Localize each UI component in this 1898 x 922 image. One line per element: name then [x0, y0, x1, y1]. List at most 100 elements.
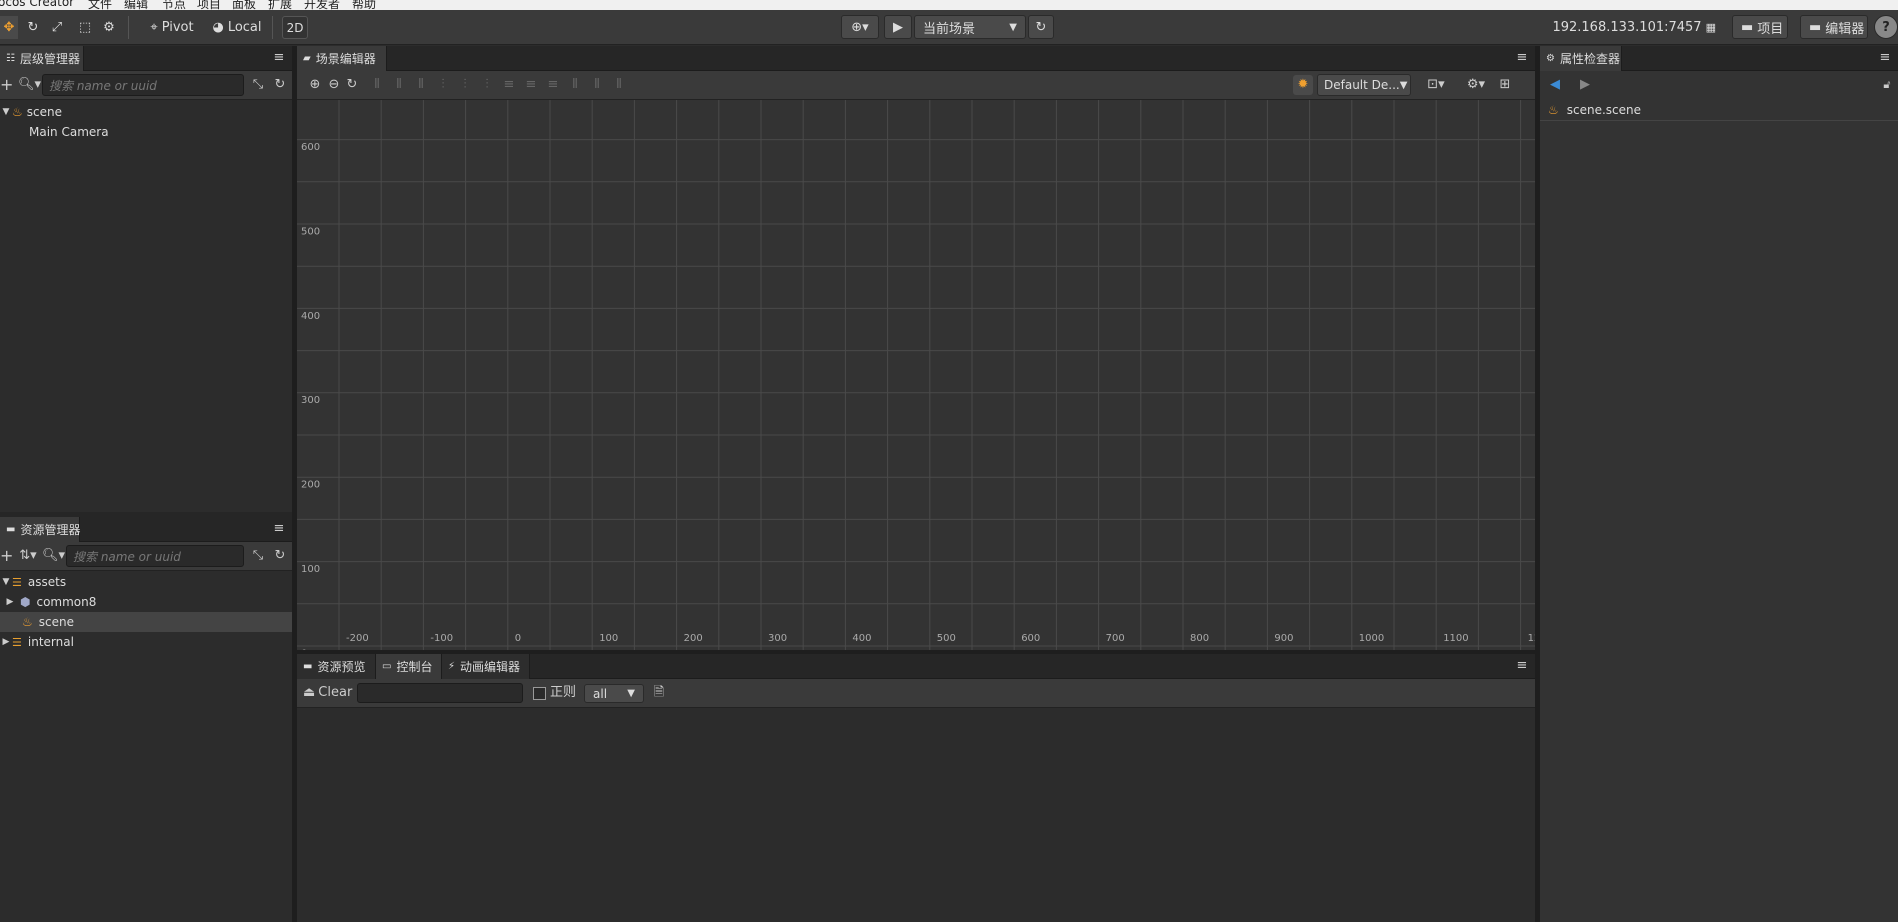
x-tick-label: -100	[430, 633, 453, 644]
panel-menu-icon[interactable]: ≡	[1515, 51, 1529, 65]
refresh-icon[interactable]: ↻	[272, 77, 288, 93]
pivot-button[interactable]: ⌖ Pivot	[146, 16, 198, 39]
tab-inspector[interactable]: ⚙ 属性检查器	[1540, 46, 1622, 71]
mode-2d-button[interactable]: 2D	[282, 16, 308, 39]
caret-down-icon: ▼	[1009, 21, 1017, 33]
distribute-bottom-icon[interactable]: ≡	[545, 77, 561, 93]
distribute-top-icon[interactable]: ≡	[501, 77, 517, 93]
align-bottom-icon[interactable]: ⫶	[479, 77, 495, 93]
menu-node[interactable]: 节点	[162, 0, 186, 10]
inspector-panel: ⚙ 属性检查器 ≡ ◀ ▶ 🔓︎ ♨ scene.scene	[1540, 46, 1898, 922]
align-right-icon[interactable]: ⫴	[413, 77, 429, 93]
hierarchy-tab-label: 层级管理器	[19, 52, 80, 66]
panel-menu-icon[interactable]: ≡	[1878, 51, 1892, 65]
camera-icon[interactable]: ⊡▾	[1423, 77, 1449, 93]
platform-select[interactable]: ⊕▾	[841, 15, 879, 39]
tree-item-common8[interactable]: ▶ ⬢ common8	[0, 592, 292, 612]
scene-viewport[interactable]: 600 500 400 300 200 1000 -200 -100 0 100 200 300 40…	[297, 100, 1535, 650]
open-project-button[interactable]: ▬ 项目	[1732, 15, 1788, 39]
distribute-center-icon[interactable]: ⦀	[589, 77, 605, 93]
gear-icon[interactable]: ⚙▾	[1463, 77, 1489, 93]
x-tick-label: 0	[515, 633, 521, 644]
clear-button[interactable]: ⏏ Clear	[303, 685, 352, 701]
tree-item-scene[interactable]: ▼ ♨ scene	[0, 102, 292, 122]
local-button[interactable]: ◕ Local	[212, 16, 262, 39]
tree-item-assets[interactable]: ▼ ☰ assets	[0, 572, 292, 592]
play-button[interactable]: ▶	[884, 15, 912, 39]
menu-extension[interactable]: 扩展	[268, 0, 292, 10]
tab-console[interactable]: ▭ 控制台	[376, 654, 442, 679]
collapse-icon[interactable]: ⤡	[250, 548, 266, 564]
snapshot-icon[interactable]: ⊞	[1497, 77, 1513, 93]
console-filter-input[interactable]	[357, 683, 523, 703]
menu-file[interactable]: 文件	[88, 0, 112, 10]
panel-menu-icon[interactable]: ≡	[1515, 659, 1529, 673]
panel-menu-icon[interactable]: ≡	[272, 522, 286, 536]
distribute-middle-icon[interactable]: ≡	[523, 77, 539, 93]
scene-select[interactable]: 当前场景 ▼	[914, 15, 1026, 39]
distribute-left-icon[interactable]: ⦀	[567, 77, 583, 93]
log-file-icon[interactable]: 🗎︎	[652, 685, 666, 701]
search-type-icon[interactable]: 🔍︎▾	[42, 548, 65, 564]
tree-item-main-camera[interactable]: Main Camera	[0, 122, 292, 142]
forward-arrow-icon[interactable]: ▶	[1578, 77, 1592, 93]
menu-help[interactable]: 帮助	[352, 0, 376, 10]
tree-item-scene-asset[interactable]: ♨ scene	[0, 612, 292, 632]
tab-animation-editor[interactable]: ⚡ 动画编辑器	[442, 654, 530, 679]
sort-icon[interactable]: ⇅▾	[18, 548, 38, 564]
menu-edit[interactable]: 编辑	[124, 0, 148, 10]
menu-project[interactable]: 项目	[197, 0, 221, 10]
panel-menu-icon[interactable]: ≡	[272, 51, 286, 65]
log-level-select[interactable]: all ▼	[584, 684, 644, 703]
menu-app-name[interactable]: ocos Creator	[0, 0, 74, 9]
regex-checkbox[interactable]: 正则	[533, 685, 579, 701]
reset-view-icon[interactable]: ↻	[344, 77, 360, 93]
tab-scene-editor[interactable]: ▰ 场景编辑器	[297, 46, 387, 71]
hierarchy-search-input[interactable]: 搜索 name or uuid	[42, 74, 244, 96]
pivot-label: Pivot	[161, 20, 194, 35]
tab-asset-preview[interactable]: ▬ 资源预览	[297, 654, 376, 679]
refresh-button[interactable]: ↻	[1028, 15, 1054, 39]
y-tick-label: 300	[301, 395, 320, 406]
align-left-icon[interactable]: ⫴	[369, 77, 385, 93]
help-button[interactable]: ?	[1874, 15, 1898, 39]
zoom-out-icon[interactable]: ⊖	[326, 77, 342, 93]
preview-ip[interactable]: 192.168.133.101:7457 ▦	[1552, 16, 1716, 39]
open-editor-button[interactable]: ▬ 编辑器	[1800, 15, 1868, 39]
menu-panel[interactable]: 面板	[232, 0, 256, 10]
search-type-icon[interactable]: 🔍︎▾	[18, 77, 41, 93]
rect-tool-icon[interactable]: ⬚	[76, 16, 94, 39]
collapse-arrow-icon[interactable]: ▶	[0, 637, 12, 647]
expand-arrow-icon[interactable]: ▼	[0, 107, 12, 117]
add-node-icon[interactable]: +	[0, 77, 13, 93]
refresh-icon[interactable]: ↻	[272, 548, 288, 564]
render-pipeline-select[interactable]: Default De... ▼	[1317, 74, 1411, 96]
collapse-arrow-icon[interactable]: ▶	[4, 597, 16, 607]
x-tick-label: -200	[346, 633, 369, 644]
distribute-right-icon[interactable]: ⦀	[611, 77, 627, 93]
settings-tool-icon[interactable]: ⚙	[100, 16, 118, 39]
tree-item-internal[interactable]: ▶ ☰ internal	[0, 632, 292, 652]
zoom-in-icon[interactable]: ⊕	[307, 77, 323, 93]
rotate-tool-icon[interactable]: ↻	[24, 16, 42, 39]
tab-hierarchy[interactable]: ☷ 层级管理器	[0, 46, 84, 71]
align-top-icon[interactable]: ⫶	[435, 77, 451, 93]
lock-icon[interactable]: 🔓︎	[1880, 77, 1894, 93]
tree-item-label: scene	[26, 105, 62, 119]
lighting-icon[interactable]: ✹	[1293, 75, 1313, 95]
x-tick-label: 700	[1106, 633, 1125, 644]
assets-search-input[interactable]: 搜索 name or uuid	[66, 545, 244, 567]
align-middle-v-icon[interactable]: ⫶	[457, 77, 473, 93]
checkbox-box[interactable]	[533, 686, 546, 700]
collapse-icon[interactable]: ⤡	[250, 77, 266, 93]
add-asset-icon[interactable]: +	[0, 548, 13, 564]
scene-toolbar: ⊕ ⊖ ↻ ⫴ ⫴ ⫴ ⫶ ⫶ ⫶ ≡ ≡ ≡ ⦀ ⦀ ⦀ ✹ Default …	[297, 71, 1535, 100]
align-center-h-icon[interactable]: ⫴	[391, 77, 407, 93]
refresh-icon: ↻	[1035, 19, 1047, 35]
move-tool-icon[interactable]: ✥	[0, 16, 18, 39]
scale-tool-icon[interactable]: ⤢	[48, 16, 66, 39]
menu-developer[interactable]: 开发者	[304, 0, 340, 10]
tab-assets[interactable]: ▬ 资源管理器	[0, 517, 80, 542]
back-arrow-icon[interactable]: ◀	[1548, 77, 1562, 93]
expand-arrow-icon[interactable]: ▼	[0, 577, 12, 587]
